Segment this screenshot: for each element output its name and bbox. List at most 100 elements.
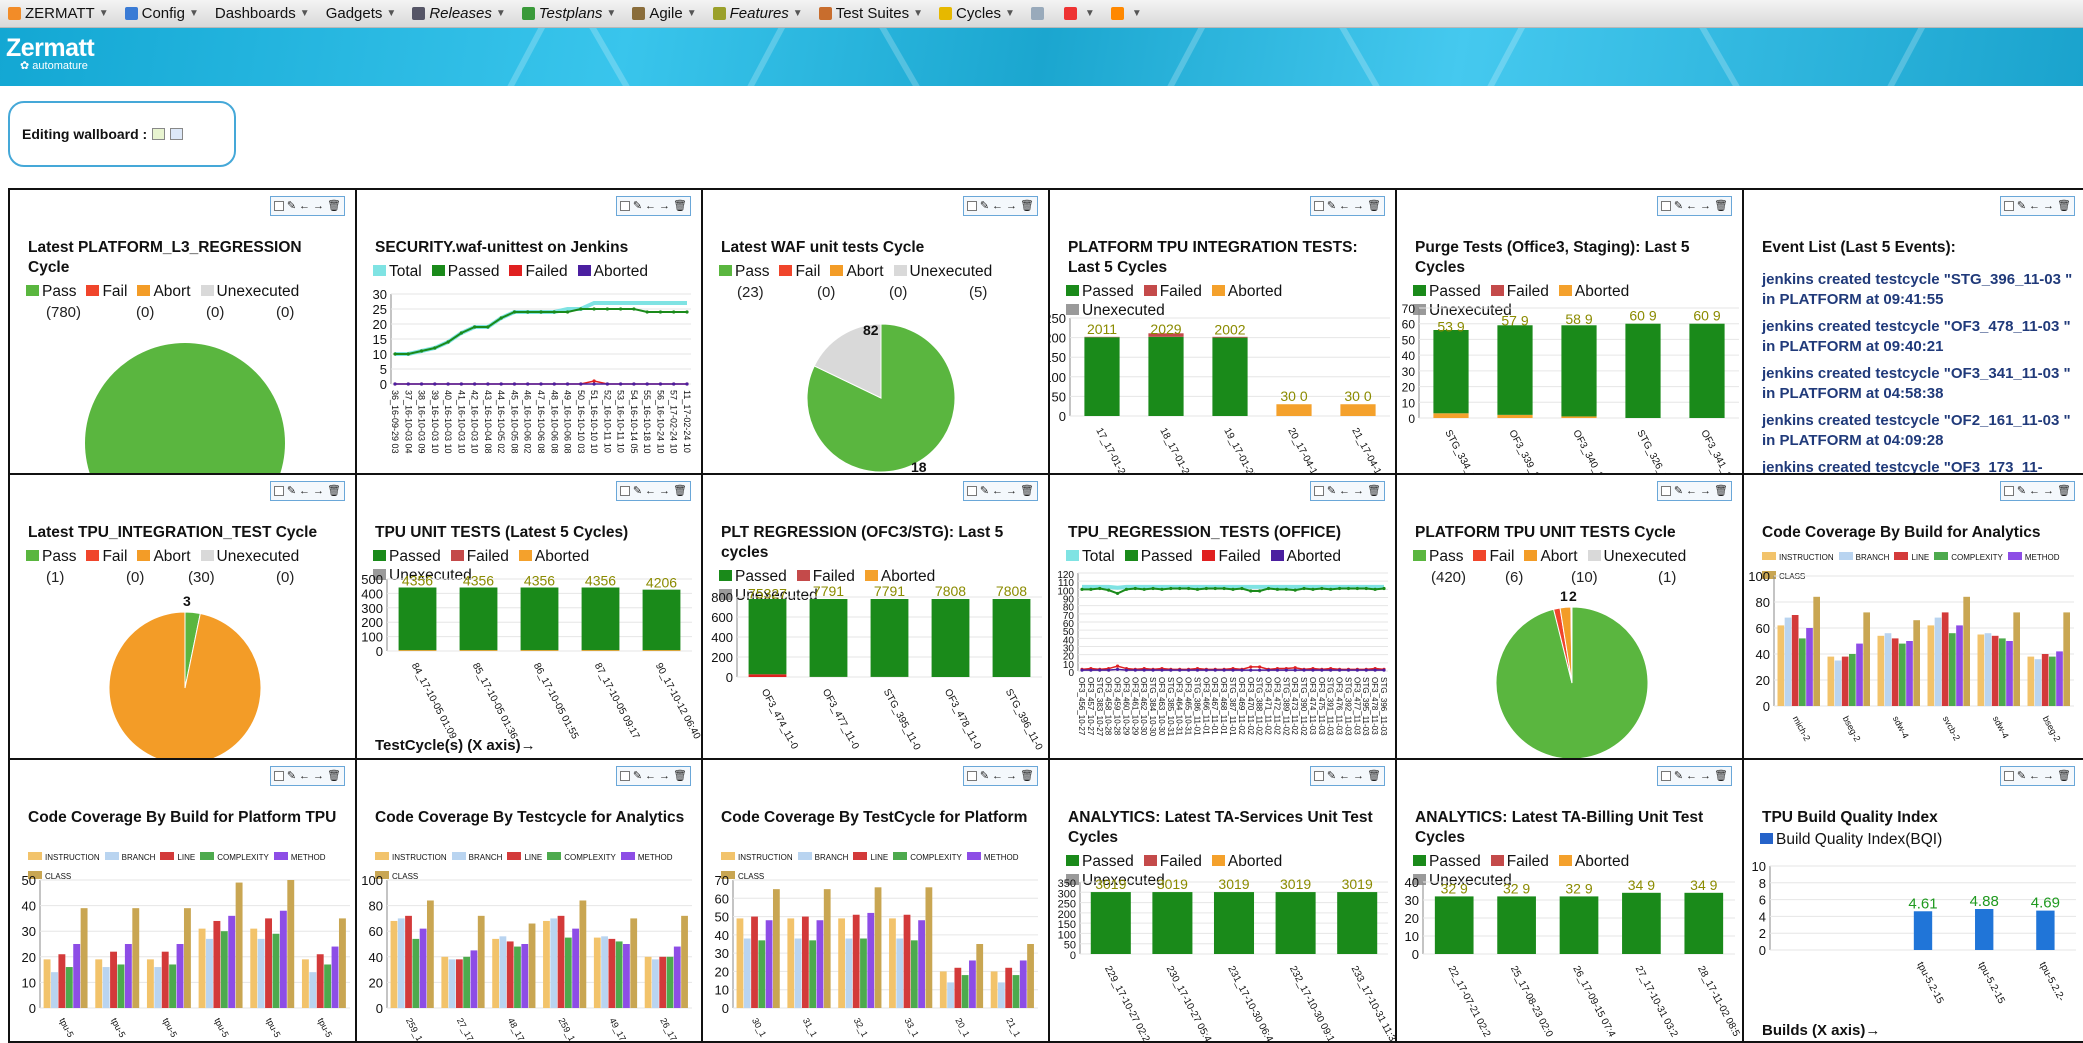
bar-passed[interactable] [1625, 324, 1660, 418]
bar-instruction[interactable] [838, 918, 845, 1008]
bar-method[interactable] [125, 944, 132, 1008]
bar-passed[interactable] [1091, 892, 1131, 954]
bar-instruction[interactable] [95, 959, 102, 1008]
bar-line[interactable] [456, 959, 463, 1008]
bar-method[interactable] [766, 920, 773, 1008]
bar-passed[interactable] [1152, 892, 1192, 954]
bar-branch[interactable] [309, 972, 316, 1008]
bar-branch[interactable] [550, 918, 557, 1008]
bar-class[interactable] [478, 916, 485, 1008]
bar-complexity[interactable] [463, 957, 470, 1008]
bar-instruction[interactable] [991, 971, 998, 1008]
bar-aborted[interactable] [643, 650, 681, 651]
bar-passed[interactable] [521, 587, 559, 650]
bar-line[interactable] [162, 952, 169, 1008]
bar-class[interactable] [2013, 612, 2020, 706]
help-menu[interactable]: ▼ [1111, 7, 1142, 20]
bar-line[interactable] [904, 915, 911, 1008]
select-checkbox[interactable] [2004, 201, 2014, 211]
bar-passed[interactable] [643, 590, 681, 650]
bar-instruction[interactable] [2028, 657, 2035, 706]
bar-branch[interactable] [258, 939, 265, 1008]
bar-class[interactable] [976, 944, 983, 1008]
bar-complexity[interactable] [273, 934, 280, 1008]
bar-instruction[interactable] [1878, 636, 1885, 706]
bar-class[interactable] [1813, 597, 1820, 706]
search-menu[interactable] [1031, 7, 1048, 20]
bar-line[interactable] [1892, 638, 1899, 706]
bar-line[interactable] [1005, 968, 1012, 1008]
bar-passed[interactable] [1435, 896, 1474, 954]
bar-method[interactable] [969, 960, 976, 1008]
bar-line[interactable] [659, 957, 666, 1008]
bar-branch[interactable] [206, 939, 213, 1008]
menu-features[interactable]: Features▼ [713, 5, 803, 22]
bar-instruction[interactable] [889, 918, 896, 1008]
bar-class[interactable] [579, 900, 586, 1008]
bar-complexity[interactable] [66, 967, 73, 1008]
bar-class[interactable] [1963, 597, 1970, 706]
menu-test-suites[interactable]: Test Suites▼ [819, 5, 923, 22]
trash-icon[interactable]: 🗑 [2057, 199, 2071, 213]
bar-aborted[interactable] [1497, 415, 1532, 418]
bar-branch[interactable] [998, 982, 1005, 1008]
menu-cycles[interactable]: Cycles▼ [939, 5, 1015, 22]
bar-branch[interactable] [744, 939, 751, 1008]
bar-complexity[interactable] [1949, 633, 1956, 706]
bar-passed[interactable] [1212, 338, 1247, 416]
bar-instruction[interactable] [645, 957, 652, 1008]
bar-line[interactable] [751, 917, 758, 1008]
bar-line[interactable] [58, 954, 65, 1008]
bar-instruction[interactable] [1978, 635, 1985, 707]
bar-branch[interactable] [1985, 633, 1992, 706]
bar-line[interactable] [265, 918, 272, 1008]
bar-aborted[interactable] [1433, 413, 1468, 418]
move-right-icon[interactable]: → [2043, 199, 2054, 213]
bar-instruction[interactable] [1828, 657, 1835, 706]
bar-build quality index(bqi)[interactable] [2036, 911, 2054, 950]
bar-passed[interactable] [1276, 892, 1316, 954]
bar-line[interactable] [405, 916, 412, 1008]
bar-passed[interactable] [1084, 337, 1119, 416]
bar-class[interactable] [681, 916, 688, 1008]
bar-complexity[interactable] [758, 940, 765, 1008]
edit-icon[interactable] [152, 128, 165, 140]
bar-line[interactable] [1942, 612, 1949, 706]
bar-complexity[interactable] [1899, 644, 1906, 706]
bar-class[interactable] [236, 883, 243, 1008]
bar-line[interactable] [558, 916, 565, 1008]
bar-instruction[interactable] [147, 959, 154, 1008]
bar-class[interactable] [1863, 612, 1870, 706]
bar-passed[interactable] [460, 587, 498, 650]
bar-method[interactable] [521, 944, 528, 1008]
bar-branch[interactable] [103, 967, 110, 1008]
bar-instruction[interactable] [1778, 625, 1785, 706]
bar-passed[interactable] [1148, 337, 1183, 416]
bar-method[interactable] [1856, 644, 1863, 706]
bar-class[interactable] [339, 918, 346, 1008]
bar-complexity[interactable] [809, 940, 816, 1008]
bar-complexity[interactable] [1999, 638, 2006, 706]
bar-instruction[interactable] [44, 959, 51, 1008]
bar-aborted[interactable] [1561, 416, 1596, 418]
bar-instruction[interactable] [492, 939, 499, 1008]
bar-complexity[interactable] [118, 964, 125, 1008]
bar-complexity[interactable] [1013, 975, 1020, 1008]
bar-branch[interactable] [449, 959, 456, 1008]
bar-class[interactable] [2063, 612, 2070, 706]
bar-instruction[interactable] [940, 971, 947, 1008]
bar-complexity[interactable] [412, 939, 419, 1008]
menu-config[interactable]: Config▼ [125, 5, 199, 22]
bar-line[interactable] [213, 921, 220, 1008]
bar-instruction[interactable] [594, 938, 601, 1008]
bar-class[interactable] [132, 908, 139, 1008]
bar-complexity[interactable] [2049, 657, 2056, 706]
bar-branch[interactable] [154, 967, 161, 1008]
bar-class[interactable] [824, 889, 831, 1008]
bar-aborted[interactable] [521, 650, 559, 651]
bar-passed[interactable] [932, 599, 970, 677]
bar-complexity[interactable] [1849, 654, 1856, 706]
bar-passed[interactable] [1622, 893, 1661, 954]
bar-complexity[interactable] [1799, 638, 1806, 706]
bar-instruction[interactable] [391, 921, 398, 1008]
